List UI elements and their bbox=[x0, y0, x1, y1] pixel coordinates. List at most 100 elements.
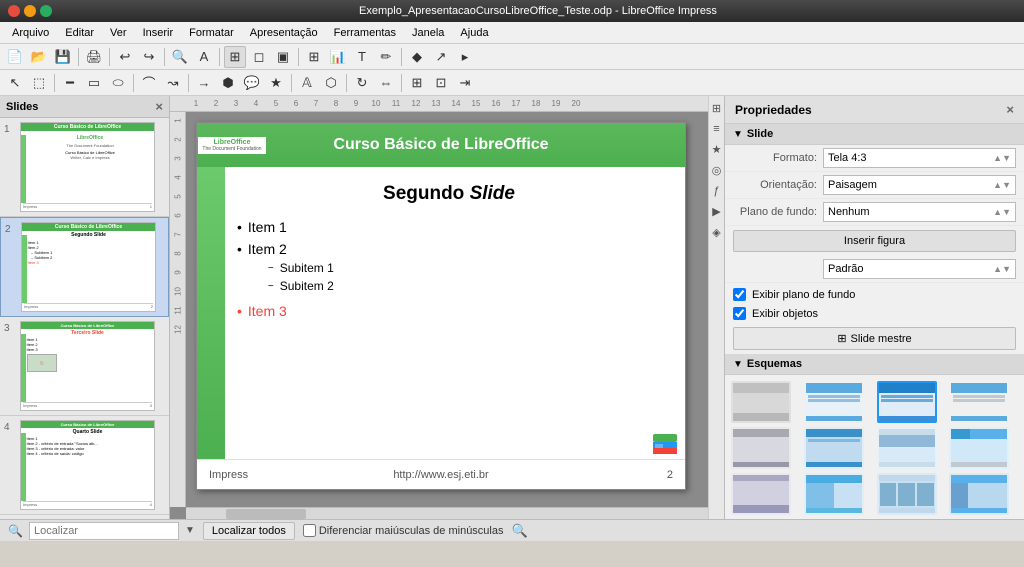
h-scrollbar-thumb[interactable] bbox=[226, 509, 306, 519]
slide-canvas[interactable]: LibreOffice The Document Foundation Curs… bbox=[196, 122, 686, 490]
slides-panel-close-button[interactable]: × bbox=[155, 99, 163, 114]
gallery-icon[interactable]: ★ bbox=[712, 143, 722, 156]
insert-chart-button[interactable]: 📊 bbox=[327, 46, 349, 68]
menu-ferramentas[interactable]: Ferramentas bbox=[326, 25, 404, 41]
canvas-area[interactable]: 1 2 3 4 5 6 7 8 9 10 11 12 13 14 15 16 1… bbox=[170, 96, 708, 519]
find-input[interactable] bbox=[29, 522, 179, 540]
slide-thumb-1[interactable]: 1 Curso Básico de LibreOffice LibreOffic… bbox=[0, 118, 169, 217]
menu-ajuda[interactable]: Ajuda bbox=[452, 25, 496, 41]
connector-button[interactable]: ↝ bbox=[162, 72, 184, 94]
props-panel-close-button[interactable]: × bbox=[1006, 102, 1014, 117]
menu-formatar[interactable]: Formatar bbox=[181, 25, 242, 41]
flowchart-button[interactable]: ⬢ bbox=[217, 72, 239, 94]
esquema-7[interactable] bbox=[877, 427, 937, 469]
more-button[interactable]: ▸ bbox=[454, 46, 476, 68]
slide-thumb-3[interactable]: 3 Curso Básico de LibreOffice Terceiro S… bbox=[0, 317, 169, 416]
rect-button[interactable]: ▭ bbox=[83, 72, 105, 94]
slide-thumb-4[interactable]: 4 Curso Básico de LibreOffice Quarto Sli… bbox=[0, 416, 169, 515]
find-dropdown-button[interactable]: ▼ bbox=[185, 525, 195, 536]
esquema-4-line1 bbox=[953, 395, 1005, 398]
fontwork-button[interactable]: 𝔸 bbox=[296, 72, 318, 94]
shapes-button[interactable]: ◆ bbox=[406, 46, 428, 68]
insert-table-button[interactable]: ⊞ bbox=[303, 46, 325, 68]
style-dropdown[interactable]: Padrão ▲▼ bbox=[823, 259, 1016, 279]
window-controls[interactable] bbox=[8, 5, 52, 17]
show-objects-label[interactable]: Exibir objetos bbox=[752, 308, 818, 320]
text-button[interactable]: A bbox=[193, 46, 215, 68]
props-panel-header: Propriedades × bbox=[725, 96, 1024, 124]
match-case-label[interactable]: Diferenciar maiúsculas de minúsculas bbox=[319, 525, 504, 537]
esquema-3[interactable] bbox=[877, 381, 937, 423]
show-background-label[interactable]: Exibir plano de fundo bbox=[752, 289, 855, 301]
format-dropdown[interactable]: Tela 4:3 ▲▼ bbox=[823, 148, 1016, 168]
background-dropdown[interactable]: Nenhum ▲▼ bbox=[823, 202, 1016, 222]
slide-thumb-5[interactable]: 5 Curso Básico de LibreOffice Impress 5 bbox=[0, 515, 169, 519]
slide-section-toggle[interactable]: ▼ bbox=[733, 129, 743, 140]
esquema-4[interactable] bbox=[949, 381, 1009, 423]
menu-arquivo[interactable]: Arquivo bbox=[4, 25, 57, 41]
functions-icon[interactable]: ƒ bbox=[713, 185, 719, 197]
menu-apresentacao[interactable]: Apresentação bbox=[242, 25, 326, 41]
find-button[interactable]: 🔍 bbox=[169, 46, 191, 68]
navigator-icon[interactable]: ◎ bbox=[712, 164, 722, 177]
insert-figure-button[interactable]: Inserir figura bbox=[733, 230, 1016, 252]
show-background-checkbox[interactable] bbox=[733, 288, 746, 301]
close-button[interactable] bbox=[8, 5, 20, 17]
styles-icon[interactable]: ≡ bbox=[713, 123, 719, 135]
esquema-12[interactable] bbox=[949, 473, 1009, 515]
esquema-8[interactable] bbox=[949, 427, 1009, 469]
orientation-dropdown[interactable]: Paisagem ▲▼ bbox=[823, 175, 1016, 195]
menu-editar[interactable]: Editar bbox=[57, 25, 102, 41]
esquema-1[interactable] bbox=[731, 381, 791, 423]
undo-button[interactable]: ↩ bbox=[114, 46, 136, 68]
view-btn3[interactable]: ▣ bbox=[272, 46, 294, 68]
print-button[interactable]: 🖨 bbox=[83, 46, 105, 68]
open-button[interactable]: 📂 bbox=[28, 46, 50, 68]
group-button[interactable]: ⊡ bbox=[430, 72, 452, 94]
animation-icon[interactable]: ▶ bbox=[712, 205, 720, 218]
show-objects-checkbox[interactable] bbox=[733, 307, 746, 320]
save-button[interactable]: 💾 bbox=[52, 46, 74, 68]
match-case-checkbox[interactable] bbox=[303, 524, 316, 537]
new-button[interactable]: 📄 bbox=[4, 46, 26, 68]
redo-button[interactable]: ↪ bbox=[138, 46, 160, 68]
esquema-11[interactable] bbox=[877, 473, 937, 515]
menu-janela[interactable]: Janela bbox=[404, 25, 452, 41]
esquema-6[interactable] bbox=[804, 427, 864, 469]
arrow-button[interactable]: → bbox=[193, 72, 215, 94]
properties-icon[interactable]: ⊞ bbox=[712, 102, 721, 115]
lines-button[interactable]: ↗ bbox=[430, 46, 452, 68]
tab-order-button[interactable]: ⇥ bbox=[454, 72, 476, 94]
esquemas-section-toggle[interactable]: ▼ bbox=[733, 359, 743, 370]
align-button[interactable]: ⊞ bbox=[406, 72, 428, 94]
callout-button[interactable]: 💬 bbox=[241, 72, 263, 94]
line-button[interactable]: ━ bbox=[59, 72, 81, 94]
star-button[interactable]: ★ bbox=[265, 72, 287, 94]
minimize-button[interactable] bbox=[24, 5, 36, 17]
view-btn2[interactable]: ◻ bbox=[248, 46, 270, 68]
maximize-button[interactable] bbox=[40, 5, 52, 17]
h-scrollbar[interactable] bbox=[186, 507, 708, 519]
esquema-9[interactable] bbox=[731, 473, 791, 515]
transitions-icon[interactable]: ◈ bbox=[712, 226, 720, 239]
esquema-5[interactable] bbox=[731, 427, 791, 469]
flip-button[interactable]: ⇔ bbox=[375, 72, 397, 94]
slide-body[interactable]: Segundo Slide • Item 1 • Item 2 bbox=[197, 167, 685, 341]
view-normal-button[interactable]: ⊞ bbox=[224, 46, 246, 68]
menu-ver[interactable]: Ver bbox=[102, 25, 135, 41]
insert-textbox-button[interactable]: T bbox=[351, 46, 373, 68]
draw-button[interactable]: ✏ bbox=[375, 46, 397, 68]
slide-thumb-2[interactable]: 2 Curso Básico de LibreOffice Segundo Sl… bbox=[0, 217, 169, 317]
select-button[interactable]: ↖ bbox=[4, 72, 26, 94]
curve-button[interactable]: ⌒ bbox=[138, 72, 160, 94]
3d-button[interactable]: ⬡ bbox=[320, 72, 342, 94]
rotate-button[interactable]: ↻ bbox=[351, 72, 373, 94]
esquema-2[interactable] bbox=[804, 381, 864, 423]
esquema-10[interactable] bbox=[804, 473, 864, 515]
slide-mestre-button[interactable]: ⊞ Slide mestre bbox=[733, 327, 1016, 350]
ellipse-button[interactable]: ⬭ bbox=[107, 72, 129, 94]
find-all-button[interactable]: Localizar todos bbox=[203, 522, 295, 540]
search-icon-button[interactable]: 🔍 bbox=[512, 523, 528, 539]
select2-button[interactable]: ⬚ bbox=[28, 72, 50, 94]
menu-inserir[interactable]: Inserir bbox=[135, 25, 182, 41]
